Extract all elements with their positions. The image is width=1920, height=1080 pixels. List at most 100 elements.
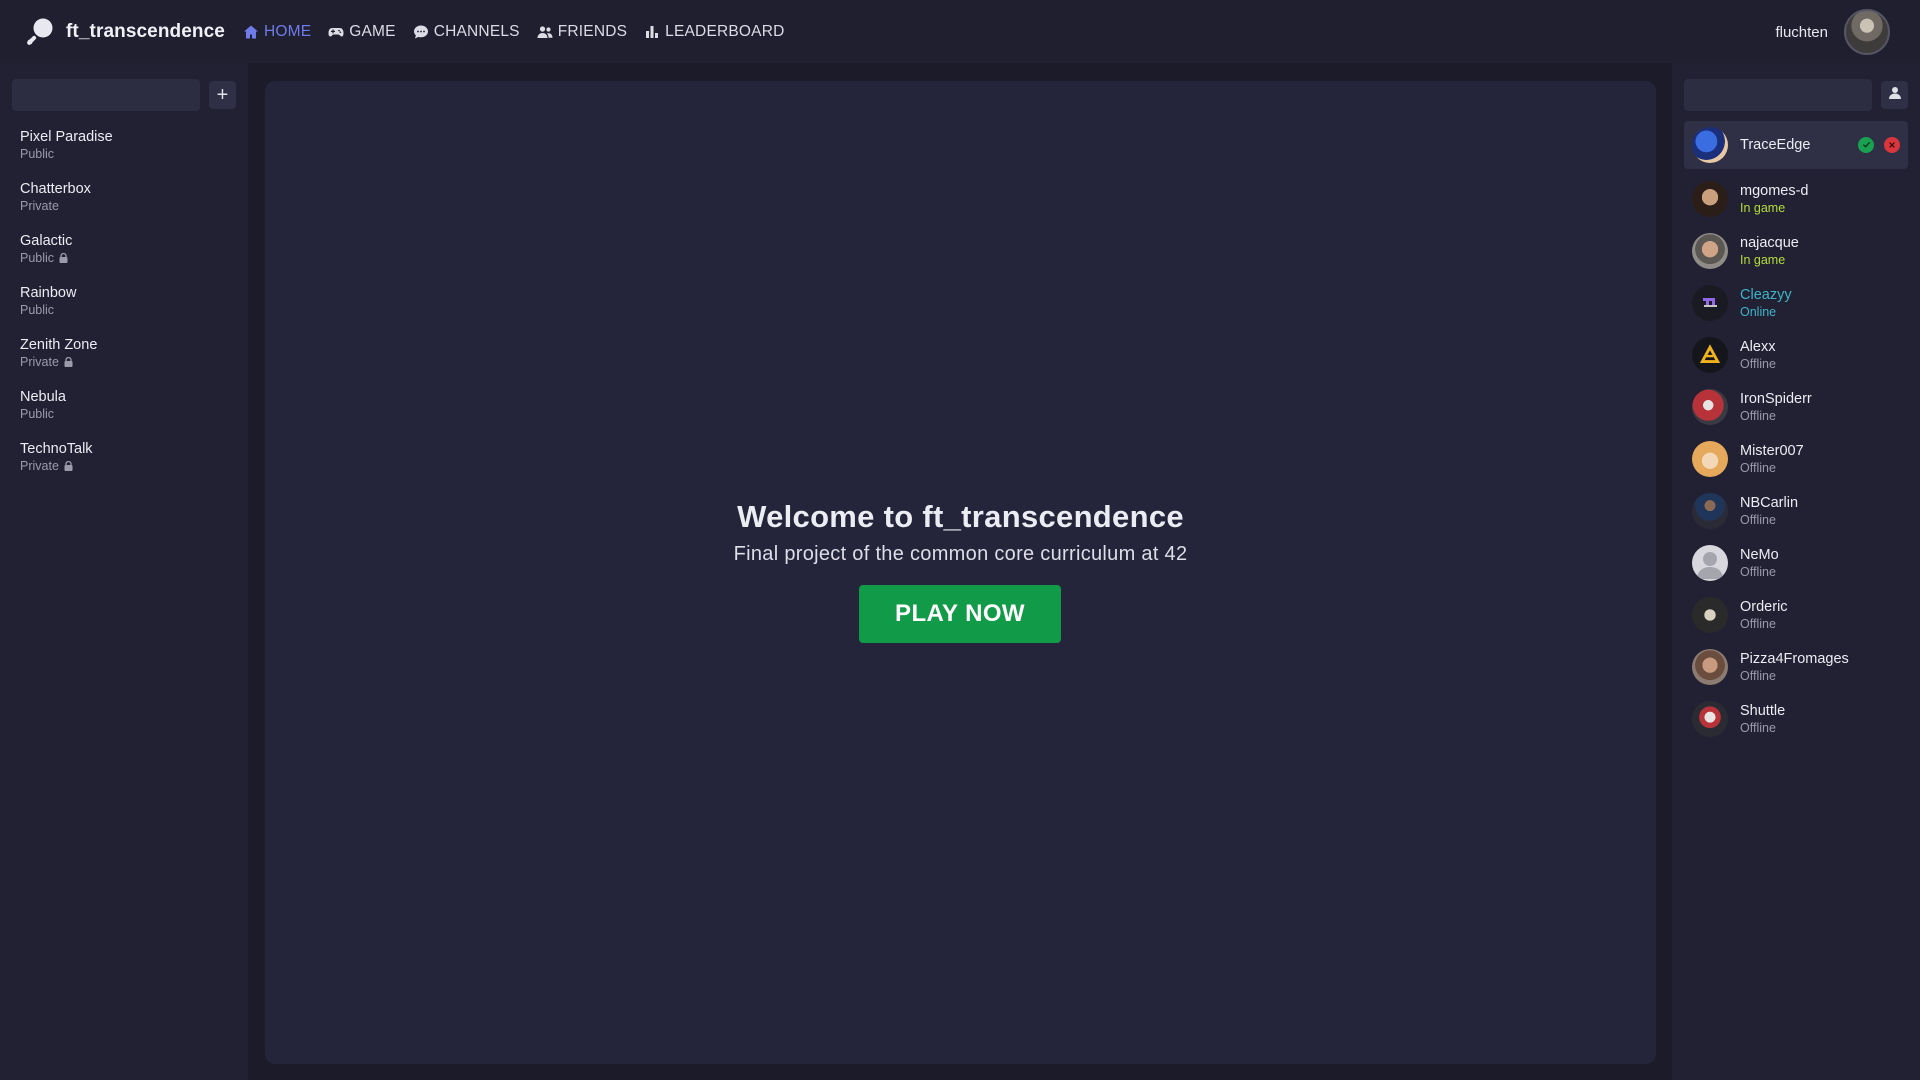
- channel-item[interactable]: Nebula Public: [20, 388, 113, 440]
- friend-name: TraceEdge: [1740, 136, 1811, 153]
- friend-item[interactable]: Shuttle Offline: [1684, 693, 1908, 745]
- nav-leaderboard-label: LEADERBOARD: [665, 22, 785, 40]
- avatar: [1692, 493, 1728, 529]
- nav-leaderboard[interactable]: LEADERBOARD: [644, 23, 784, 41]
- avatar: [1692, 545, 1728, 581]
- close-icon: [1888, 136, 1896, 154]
- friend-name: Orderic: [1740, 598, 1788, 615]
- friend-name: Cleazyy: [1740, 286, 1792, 303]
- lock-icon: [64, 461, 73, 471]
- friend-item[interactable]: Orderic Offline: [1684, 589, 1908, 641]
- nav-channels-label: CHANNELS: [433, 22, 520, 40]
- nav-home[interactable]: HOME: [243, 23, 311, 41]
- nav-game[interactable]: GAME: [328, 23, 396, 41]
- channel-name: Rainbow: [20, 285, 77, 301]
- avatar: [1692, 701, 1728, 737]
- friend-status: Offline: [1740, 460, 1776, 475]
- add-channel-button[interactable]: +: [209, 81, 236, 109]
- channel-list: Pixel Paradise Public Chatterbox Private…: [20, 128, 113, 492]
- nav-channels[interactable]: CHANNELS: [413, 23, 520, 41]
- friend-name: mgomes-d: [1740, 182, 1809, 199]
- friend-status: Offline: [1740, 668, 1776, 683]
- friend-name: Mister007: [1740, 442, 1804, 459]
- friend-status: Offline: [1740, 356, 1776, 371]
- gamepad-icon: [328, 24, 344, 40]
- channel-item[interactable]: Chatterbox Private: [20, 180, 113, 232]
- channel-item[interactable]: Galactic Public: [20, 232, 113, 284]
- friend-item[interactable]: NeMo Offline: [1684, 537, 1908, 589]
- channel-visibility: Public: [20, 407, 55, 421]
- channel-visibility: Private: [20, 355, 59, 369]
- accept-request-button[interactable]: [1858, 137, 1874, 153]
- channel-item[interactable]: TechnoTalk Private: [20, 440, 113, 492]
- friend-status: Online: [1740, 304, 1777, 319]
- channel-item[interactable]: Pixel Paradise Public: [20, 128, 113, 180]
- chat-icon: [413, 24, 429, 40]
- users-icon: [537, 24, 553, 40]
- channel-name: TechnoTalk: [20, 441, 93, 457]
- friend-request-item[interactable]: TraceEdge: [1684, 121, 1908, 169]
- friends-sidebar: TraceEdge mgomes-d In game najacque In gam…: [1672, 63, 1920, 1080]
- friend-status: In game: [1740, 200, 1786, 215]
- friend-item[interactable]: najacque In game: [1684, 225, 1908, 277]
- channels-sidebar: + Pixel Paradise Public Chatterbox Priva…: [0, 63, 248, 1080]
- friend-item[interactable]: Mister007 Offline: [1684, 433, 1908, 485]
- nav-home-label: HOME: [263, 22, 312, 40]
- friend-name: NeMo: [1740, 546, 1779, 563]
- channel-name: Pixel Paradise: [20, 129, 113, 145]
- friend-item[interactable]: NBCarlin Offline: [1684, 485, 1908, 537]
- friend-list: TraceEdge mgomes-d In game najacque In gam…: [1684, 121, 1908, 745]
- user-avatar[interactable]: [1844, 9, 1890, 55]
- brand-name: ft_transcendence: [66, 20, 225, 42]
- friend-name: Pizza4Fromages: [1740, 650, 1849, 667]
- friend-name: Shuttle: [1740, 702, 1786, 719]
- username: fluchten: [1775, 23, 1828, 41]
- avatar: [1692, 389, 1728, 425]
- friend-name: Alexx: [1740, 338, 1776, 355]
- friend-status: In game: [1740, 252, 1786, 267]
- check-icon: [1862, 136, 1871, 154]
- friend-item[interactable]: Alexx Offline: [1684, 329, 1908, 381]
- plus-icon: +: [216, 83, 229, 106]
- friend-status: Offline: [1740, 408, 1776, 423]
- top-navbar: ft_transcendence HOME GAME CHANNELS FRIE…: [0, 0, 1920, 63]
- play-now-button[interactable]: PLAY NOW: [859, 585, 1061, 643]
- friend-search-input[interactable]: [1684, 79, 1872, 111]
- main-panel: Welcome to ft_transcendence Final projec…: [265, 81, 1656, 1064]
- lock-icon: [59, 253, 68, 263]
- avatar: [1692, 127, 1728, 163]
- avatar: [1692, 181, 1728, 217]
- friend-status: Offline: [1740, 512, 1776, 527]
- channel-search-input[interactable]: [12, 79, 200, 111]
- friend-name: NBCarlin: [1740, 494, 1799, 511]
- welcome-title: Welcome to ft_transcendence: [737, 499, 1184, 534]
- friend-item[interactable]: Pizza4Fromages Offline: [1684, 641, 1908, 693]
- channel-visibility: Private: [20, 459, 59, 473]
- friend-item[interactable]: Cleazyy Online: [1684, 277, 1908, 329]
- brand[interactable]: ft_transcendence: [24, 16, 225, 48]
- channel-name: Nebula: [20, 389, 66, 405]
- avatar: [1692, 597, 1728, 633]
- avatar: [1692, 649, 1728, 685]
- friend-name: IronSpiderr: [1740, 390, 1812, 407]
- add-friend-button[interactable]: [1881, 81, 1908, 109]
- friend-status: Offline: [1740, 564, 1776, 579]
- nav-friends-label: FRIENDS: [557, 22, 628, 40]
- friend-item[interactable]: mgomes-d In game: [1684, 173, 1908, 225]
- home-icon: [243, 24, 259, 40]
- avatar: [1692, 285, 1728, 321]
- channel-item[interactable]: Zenith Zone Private: [20, 336, 113, 388]
- user-menu[interactable]: fluchten: [1775, 9, 1890, 55]
- decline-request-button[interactable]: [1884, 137, 1900, 153]
- ping-pong-paddle-logo-icon: [24, 16, 56, 48]
- avatar: [1692, 441, 1728, 477]
- friend-item[interactable]: IronSpiderr Offline: [1684, 381, 1908, 433]
- channel-visibility: Public: [20, 251, 55, 265]
- channel-item[interactable]: Rainbow Public: [20, 284, 113, 336]
- nav-friends[interactable]: FRIENDS: [537, 23, 627, 41]
- welcome-subtitle: Final project of the common core curricu…: [733, 543, 1188, 565]
- main-nav: HOME GAME CHANNELS FRIENDS LEADERBOARD: [243, 23, 802, 41]
- friend-status: Offline: [1740, 720, 1776, 735]
- friend-name: najacque: [1740, 234, 1799, 251]
- welcome-section: Welcome to ft_transcendence Final projec…: [265, 499, 1656, 566]
